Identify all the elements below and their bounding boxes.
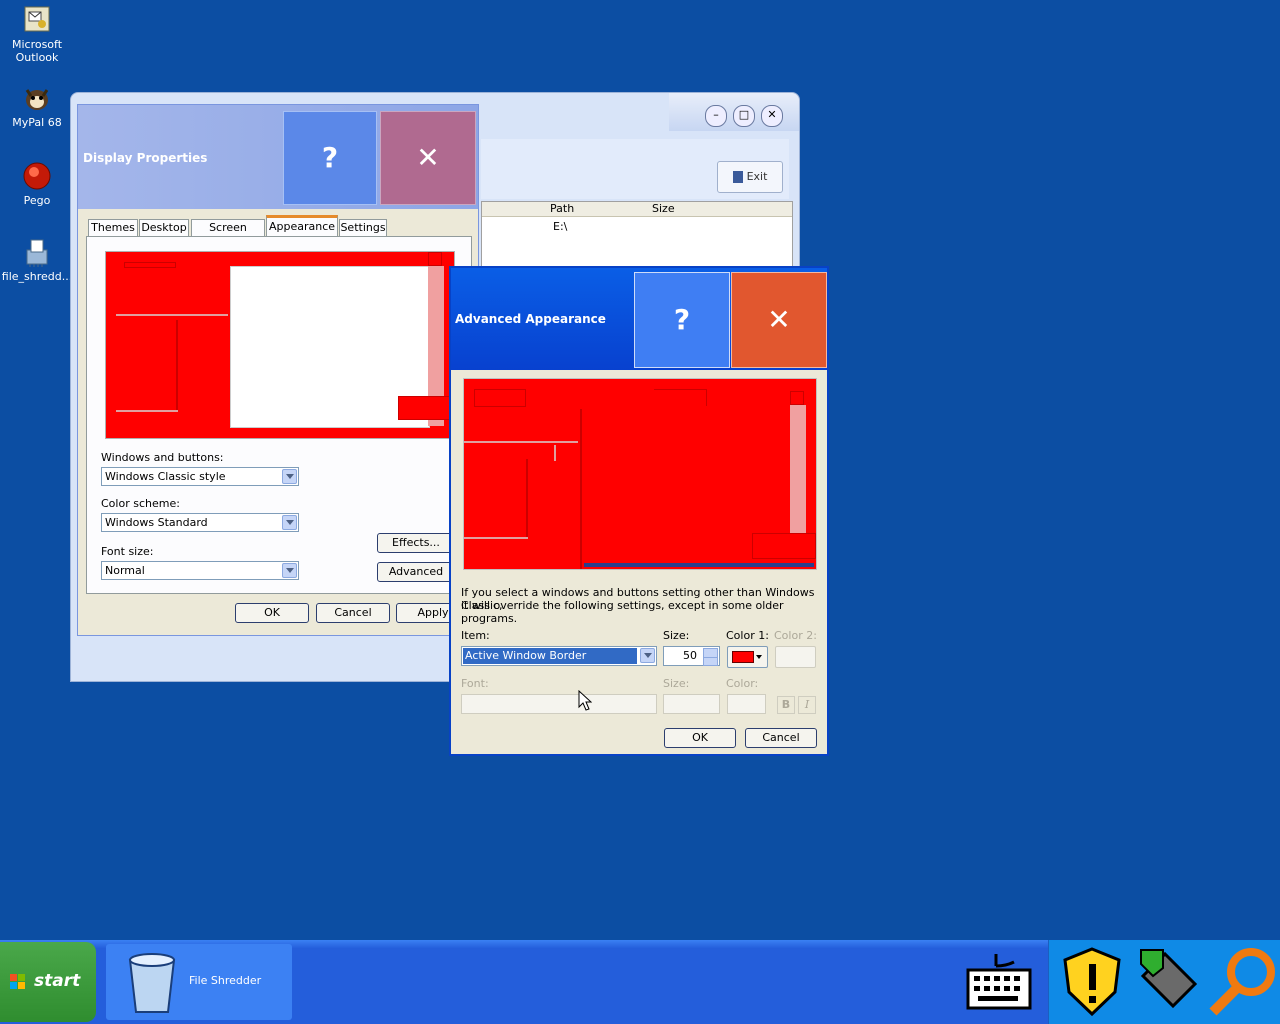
close-button[interactable]: ✕: [731, 272, 827, 368]
tab-screen-saver[interactable]: Screen Saver: [191, 219, 265, 250]
mouse-cursor-icon: [578, 690, 592, 711]
keyboard-icon[interactable]: [966, 952, 1034, 1015]
search-magnifier-icon[interactable]: [1207, 946, 1277, 1021]
start-label: start: [34, 971, 81, 991]
appearance-tab-page: Windows and buttons: Windows Classic sty…: [86, 236, 472, 594]
help-button[interactable]: ?: [634, 272, 730, 368]
spin-down-icon[interactable]: [703, 657, 718, 666]
bold-button: B: [777, 696, 795, 714]
ok-button[interactable]: OK: [235, 603, 309, 623]
windows-logo-icon: [10, 974, 26, 990]
appearance-preview: [105, 251, 455, 439]
file-shredder-icon: [21, 236, 53, 268]
desktop-icon-pego[interactable]: Pego: [0, 160, 74, 207]
recycle-bin-icon: [122, 950, 182, 1019]
color-scheme-value: Windows Standard: [105, 516, 208, 529]
exit-icon: [732, 171, 743, 183]
close-button[interactable]: ✕: [380, 111, 476, 205]
font-color-picker: [727, 694, 766, 714]
start-button[interactable]: start: [0, 942, 96, 1022]
list-header: [482, 202, 792, 217]
minimize-button[interactable]: –: [705, 105, 727, 127]
italic-button: I: [798, 696, 816, 714]
column-header-path[interactable]: Path: [550, 202, 574, 215]
size-label: Size:: [663, 629, 690, 642]
desktop-icon-mypal[interactable]: MyPal 68: [0, 82, 74, 129]
color2-picker: [775, 646, 816, 668]
taskbar-button-label: File Shredder: [189, 974, 262, 987]
advanced-preview: [463, 378, 817, 570]
tab-desktop[interactable]: Desktop: [139, 219, 189, 237]
color-scheme-select[interactable]: Windows Standard: [101, 513, 299, 532]
help-button[interactable]: ?: [283, 111, 377, 205]
item-label: Item:: [461, 629, 490, 642]
font-select: [461, 694, 657, 714]
taskbar: start File Shredder: [0, 940, 1280, 1024]
color1-picker[interactable]: [727, 646, 768, 668]
font-size-label: Font size:: [101, 545, 154, 558]
desktop-icon-label: Pego: [23, 194, 51, 207]
desktop-icon-file-shredder[interactable]: file_shredd...: [0, 236, 74, 283]
desktop-icon-label: file_shredd...: [1, 270, 73, 283]
font-size-select: [663, 694, 720, 714]
chevron-down-icon[interactable]: [282, 563, 297, 578]
chevron-down-icon[interactable]: [640, 648, 655, 663]
desktop-icon-outlook[interactable]: Microsoft Outlook: [0, 4, 74, 64]
list-item-path[interactable]: E:\: [553, 220, 567, 233]
mypal-icon: [21, 82, 53, 114]
effects-button[interactable]: Effects...: [377, 533, 455, 553]
safely-remove-hardware-icon[interactable]: [1133, 946, 1203, 1021]
font-size-value: Normal: [105, 564, 145, 577]
exit-button[interactable]: Exit: [717, 161, 783, 193]
chevron-down-icon: [756, 655, 762, 659]
close-window-button[interactable]: ✕: [761, 105, 783, 127]
tab-settings[interactable]: Settings: [339, 219, 387, 237]
cancel-button[interactable]: Cancel: [745, 728, 817, 748]
column-header-size[interactable]: Size: [652, 202, 675, 215]
windows-buttons-select[interactable]: Windows Classic style: [101, 467, 299, 486]
font-color-label: Color:: [726, 677, 759, 690]
info-text-line2: it will override the following settings,…: [461, 599, 784, 625]
size-value: 50: [683, 649, 697, 662]
display-properties-window: Display Properties ? ✕ Themes Desktop Sc…: [77, 104, 479, 636]
item-value: Active Window Border: [463, 648, 637, 664]
window-title: Display Properties: [83, 151, 208, 165]
security-shield-icon[interactable]: [1061, 946, 1123, 1021]
pego-icon: [21, 160, 53, 192]
chevron-down-icon[interactable]: [282, 515, 297, 530]
windows-buttons-value: Windows Classic style: [105, 470, 226, 483]
font-size-label: Size:: [663, 677, 690, 690]
desktop-icon-label: Microsoft Outlook: [11, 38, 63, 64]
taskbar-button-file-shredder[interactable]: File Shredder: [106, 944, 292, 1020]
color1-swatch: [732, 651, 754, 663]
advanced-button[interactable]: Advanced: [377, 562, 455, 582]
desktop-icon-label: MyPal 68: [12, 116, 62, 129]
maximize-button[interactable]: □: [733, 105, 755, 127]
windows-buttons-label: Windows and buttons:: [101, 451, 224, 464]
window-title: Advanced Appearance: [455, 312, 606, 326]
color2-label: Color 2:: [774, 629, 817, 642]
system-tray: [1048, 940, 1280, 1024]
item-select[interactable]: Active Window Border: [461, 646, 657, 666]
outlook-icon: [21, 4, 53, 36]
size-spinner[interactable]: 50: [663, 646, 720, 666]
font-label: Font:: [461, 677, 489, 690]
advanced-appearance-dialog: Advanced Appearance ? ✕ If you select a …: [449, 266, 829, 756]
chevron-down-icon[interactable]: [282, 469, 297, 484]
cancel-button[interactable]: Cancel: [316, 603, 390, 623]
color1-label: Color 1:: [726, 629, 769, 642]
tab-themes[interactable]: Themes: [88, 219, 138, 237]
font-size-select[interactable]: Normal: [101, 561, 299, 580]
color-scheme-label: Color scheme:: [101, 497, 180, 510]
ok-button[interactable]: OK: [664, 728, 736, 748]
